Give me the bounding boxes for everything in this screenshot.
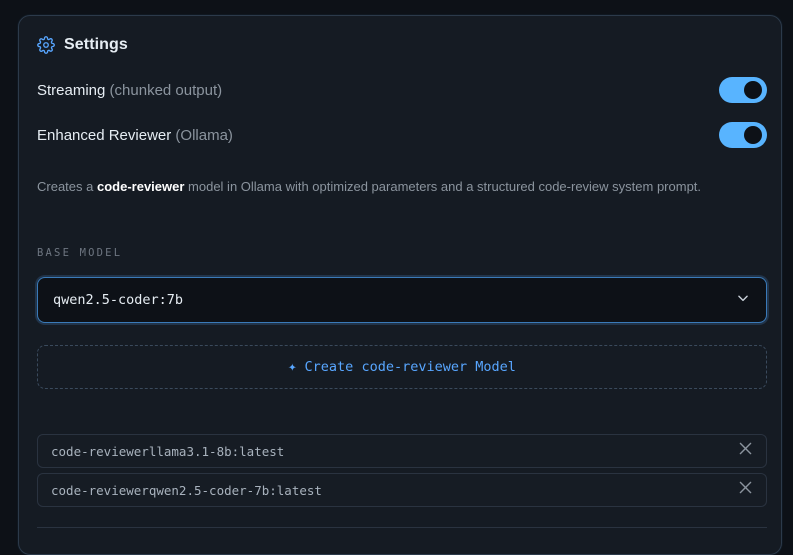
description-prefix: Creates a: [37, 179, 97, 194]
close-icon[interactable]: [739, 481, 752, 499]
description-suffix: model in Ollama with optimized parameter…: [184, 179, 702, 194]
enhanced-reviewer-toggle[interactable]: [719, 122, 767, 148]
enhanced-reviewer-label: Enhanced Reviewer (Ollama): [37, 127, 233, 144]
description-model-name: code-reviewer: [96, 179, 185, 194]
streaming-toggle[interactable]: [719, 77, 767, 103]
enhanced-reviewer-row: Enhanced Reviewer (Ollama): [37, 122, 767, 148]
close-icon[interactable]: [739, 442, 752, 460]
settings-panel: Settings Streaming (chunked output) Enha…: [18, 15, 782, 555]
settings-title: Settings: [64, 36, 128, 53]
streaming-label: Streaming (chunked output): [37, 82, 222, 99]
model-list-item: code-reviewerllama3.1-8b:latest: [37, 434, 767, 468]
toggle-knob: [744, 126, 762, 144]
base-model-value: qwen2.5-coder:7b: [53, 292, 184, 308]
create-code-reviewer-button[interactable]: ✦ Create code-reviewer Model: [37, 345, 767, 389]
gear-icon: [37, 36, 55, 54]
enhanced-reviewer-description: Creates a code-reviewer model in Ollama …: [37, 176, 737, 197]
model-name: code-reviewerqwen2.5-coder-7b:latest: [51, 482, 322, 498]
create-button-label: Create code-reviewer Model: [304, 359, 516, 375]
enhanced-reviewer-label-text: Enhanced Reviewer: [37, 126, 172, 144]
streaming-hint: (chunked output): [109, 81, 223, 99]
sparkle-icon: ✦: [288, 359, 297, 375]
toggle-knob: [744, 81, 762, 99]
settings-header: Settings: [37, 36, 128, 54]
chevron-down-icon: [736, 291, 750, 310]
streaming-label-text: Streaming: [37, 81, 106, 99]
base-model-select[interactable]: qwen2.5-coder:7b: [37, 277, 767, 323]
base-model-label: BASE MODEL: [37, 247, 123, 259]
section-divider: [37, 527, 767, 528]
model-list-item: code-reviewerqwen2.5-coder-7b:latest: [37, 473, 767, 507]
streaming-row: Streaming (chunked output): [37, 77, 767, 103]
model-name: code-reviewerllama3.1-8b:latest: [51, 443, 285, 459]
enhanced-reviewer-hint: (Ollama): [175, 126, 233, 144]
